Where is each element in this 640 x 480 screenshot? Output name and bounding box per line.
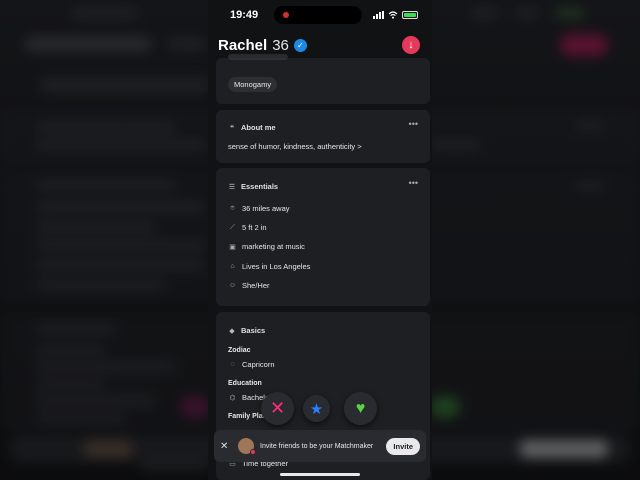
essentials-row-location: ⌂ Lives in Los Angeles (228, 262, 310, 271)
relationship-chip: Monogamy (228, 77, 278, 92)
zodiac-value: Capricorn (242, 360, 275, 369)
wifi-icon (388, 11, 398, 19)
close-profile-down-button[interactable]: ↓ (402, 36, 420, 54)
about-me-title: ❝ About me (228, 123, 276, 132)
essentials-row-distance: ⌾ 36 miles away (228, 204, 290, 213)
tag-icon: ◆ (229, 327, 235, 335)
home-icon: ⌂ (230, 263, 235, 270)
invite-banner: ✕ Invite friends to be your Matchmaker I… (214, 430, 426, 462)
education-label: Education (228, 380, 262, 387)
graduation-cap-icon: ⌬ (229, 394, 236, 402)
briefcase-icon: ▣ (229, 243, 236, 251)
super-like-button[interactable]: ★ (303, 395, 330, 422)
signal-icon (373, 11, 384, 19)
about-me-text[interactable]: sense of humor, kindness, authenticity > (228, 142, 362, 151)
status-time: 19:49 (230, 9, 259, 21)
battery-icon (402, 11, 418, 19)
profile-age: 36 (272, 36, 289, 54)
scrolled-row-remnant (228, 54, 288, 60)
avatar (238, 438, 256, 455)
essentials-row-pronouns: ☺ She/Her (228, 281, 270, 290)
zodiac-icon: ◌ (230, 361, 235, 368)
verified-badge-icon: ✓ (293, 38, 307, 52)
about-me-title-text: About me (241, 123, 276, 132)
invite-button[interactable]: Invite (386, 437, 420, 455)
height-text: 5 ft 2 in (242, 223, 267, 232)
about-me-card: ❝ About me ••• sense of humor, kindness,… (216, 110, 430, 163)
about-me-more-button[interactable]: ••• (409, 119, 418, 129)
basics-title-text: Basics (241, 326, 266, 335)
status-icons (373, 11, 418, 19)
pass-button[interactable]: ✕ (261, 392, 294, 425)
avatar-badge-icon (250, 449, 256, 455)
essentials-card: ☰ Essentials ••• ⌾ 36 miles away ⟋ 5 ft … (216, 168, 430, 306)
close-banner-icon[interactable]: ✕ (220, 441, 234, 452)
home-indicator[interactable] (280, 473, 360, 476)
invite-text: Invite friends to be your Matchmaker (260, 442, 374, 450)
quote-icon: ❝ (229, 124, 235, 132)
location-text: Lives in Los Angeles (242, 262, 311, 271)
essentials-title: ☰ Essentials (228, 182, 278, 191)
profile-name: Rachel (218, 36, 268, 54)
essentials-row-height: ⟋ 5 ft 2 in (228, 223, 267, 232)
status-bar: 19:49 (208, 0, 432, 30)
like-heart-icon: ♥ (355, 399, 366, 417)
zodiac-row: ◌ Capricorn (228, 360, 275, 369)
basics-title: ◆ Basics (228, 326, 265, 335)
location-pin-icon: ⌾ (230, 204, 235, 212)
job-text: marketing at music (242, 242, 305, 251)
super-like-star-icon: ★ (309, 400, 324, 418)
dynamic-island (274, 6, 362, 24)
ruler-icon: ⟋ (230, 223, 235, 231)
relationship-type-card: Monogamy (216, 54, 430, 104)
pass-x-icon: ✕ (269, 398, 286, 418)
essentials-title-text: Essentials (241, 182, 279, 191)
recording-dot-icon (283, 12, 289, 18)
list-icon: ☰ (228, 183, 236, 191)
person-icon: ☺ (228, 282, 237, 289)
distance-text: 36 miles away (242, 204, 290, 213)
phone-screen: 19:49 Rachel 36 ✓ ↓ Monogamy ❝ About me … (208, 0, 432, 480)
essentials-row-job: ▣ marketing at music (228, 242, 305, 251)
zodiac-label: Zodiac (228, 347, 251, 354)
pronouns-text: She/Her (242, 281, 270, 290)
like-button[interactable]: ♥ (344, 392, 377, 425)
essentials-more-button[interactable]: ••• (409, 178, 418, 188)
